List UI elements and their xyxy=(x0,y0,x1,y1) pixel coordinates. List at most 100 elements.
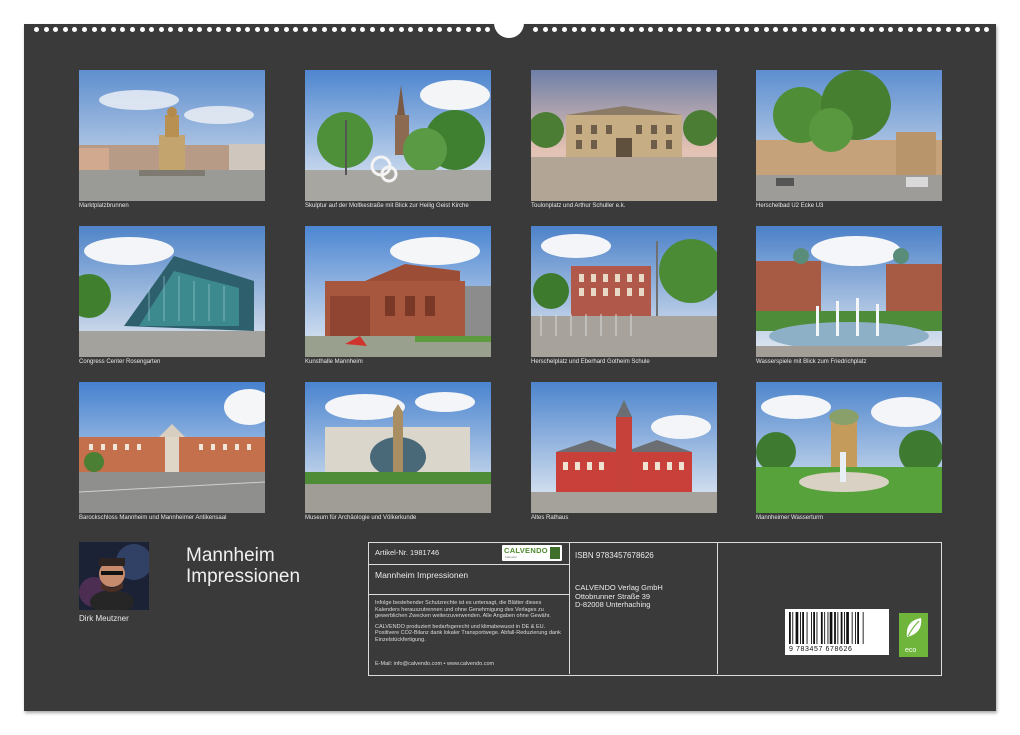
binding-hole xyxy=(120,27,125,32)
binding-hole xyxy=(226,27,231,32)
photo-2 xyxy=(305,70,491,201)
photo-caption: Museum für Archäologie und Völkerkunde xyxy=(305,515,505,522)
legal-paragraph-1: Infolge bestehender Schutzrechte ist es … xyxy=(375,600,565,620)
photo-6 xyxy=(305,226,491,357)
author-photo xyxy=(79,542,149,610)
eco-badge: eco xyxy=(899,613,928,657)
binding-hole xyxy=(197,27,202,32)
binding-hole xyxy=(888,27,893,32)
article-row: Artikel-Nr. 1981746 CALVENDO Kalender xyxy=(369,543,569,565)
binding-hole xyxy=(984,27,989,32)
product-name-row: Mannheim Impressionen xyxy=(369,564,569,595)
binding-hole xyxy=(956,27,961,32)
barcode-bar xyxy=(852,612,853,644)
binding-hole xyxy=(322,27,327,32)
binding-hole xyxy=(572,27,577,32)
product-name: Mannheim Impressionen xyxy=(375,570,468,580)
info-box: Artikel-Nr. 1981746 CALVENDO Kalender Ma… xyxy=(368,542,942,676)
binding-hole xyxy=(399,27,404,32)
photo-10 xyxy=(305,382,491,513)
binding-hole xyxy=(360,27,365,32)
photo-9 xyxy=(79,382,265,513)
barcode-bar xyxy=(846,612,849,644)
binding-hole xyxy=(408,27,413,32)
legal-text: Infolge bestehender Schutzrechte ist es … xyxy=(375,600,565,647)
binding-hole xyxy=(351,27,356,32)
binding-hole xyxy=(130,27,135,32)
barcode-bar xyxy=(802,612,804,644)
binding-hole xyxy=(936,27,941,32)
binding-hole xyxy=(92,27,97,32)
binding-hole xyxy=(236,27,241,32)
title-line-1: Mannheim xyxy=(186,545,300,566)
binding-hole xyxy=(447,27,452,32)
barcode-bar xyxy=(863,612,864,644)
binding-hole xyxy=(466,27,471,32)
article-number: Artikel-Nr. 1981746 xyxy=(375,548,439,557)
barcode-bar xyxy=(817,612,818,644)
binding-hole xyxy=(908,27,913,32)
leaf-icon xyxy=(899,613,928,643)
binding-hole xyxy=(370,27,375,32)
barcode-bar xyxy=(792,612,793,644)
author-name: Dirk Meutzner xyxy=(79,614,129,623)
binding-hole xyxy=(274,27,279,32)
binding-hole xyxy=(898,27,903,32)
binding-hole xyxy=(802,27,807,32)
binding-hole xyxy=(44,27,49,32)
info-column-middle: ISBN 9783457678626 CALVENDO Verlag GmbH … xyxy=(569,543,718,674)
binding-hole xyxy=(792,27,797,32)
binding-hole xyxy=(437,27,442,32)
barcode-bar xyxy=(824,612,825,644)
calvendo-logo: CALVENDO Kalender xyxy=(502,545,562,561)
binding-hole xyxy=(754,27,759,32)
barcode-bar xyxy=(813,612,815,644)
photo-3 xyxy=(531,70,717,201)
binding-hole xyxy=(456,27,461,32)
binding-hole xyxy=(860,27,865,32)
binding-hole xyxy=(629,27,634,32)
logo-mark-icon xyxy=(550,547,560,559)
barcode-bar xyxy=(789,612,791,644)
binding-hole xyxy=(831,27,836,32)
binding-hole xyxy=(562,27,567,32)
binding-hole xyxy=(716,27,721,32)
binding-hole xyxy=(687,27,692,32)
binding-hole xyxy=(783,27,788,32)
binding-hole xyxy=(648,27,653,32)
binding-hole xyxy=(591,27,596,32)
binding-hole xyxy=(312,27,317,32)
binding-hole xyxy=(840,27,845,32)
binding-hole xyxy=(389,27,394,32)
binding-hole xyxy=(917,27,922,32)
binding-hole xyxy=(34,27,39,32)
binding-hole xyxy=(658,27,663,32)
photo-caption: Barockschloss Mannheim und Mannheimer An… xyxy=(79,515,279,522)
binding-hole xyxy=(927,27,932,32)
binding-hole xyxy=(168,27,173,32)
binding-hole xyxy=(533,27,538,32)
binding-hole xyxy=(207,27,212,32)
binding-hole xyxy=(975,27,980,32)
photo-1 xyxy=(79,70,265,201)
binding-hole xyxy=(216,27,221,32)
barcode-bar xyxy=(841,612,843,644)
photo-11 xyxy=(531,382,717,513)
photo-caption: Skulptur auf der Moltkestraße mit Blick … xyxy=(305,203,475,210)
binding-hole xyxy=(946,27,951,32)
photo-caption: Congress Center Rosengarten xyxy=(79,359,279,366)
publisher-address: CALVENDO Verlag GmbH Ottobrunner Straße … xyxy=(575,584,663,610)
photo-caption: Herschelbad U2 Ecke U3 xyxy=(756,203,956,210)
barcode-bars-icon xyxy=(785,609,889,645)
binding-holes xyxy=(24,24,996,38)
binding-hole xyxy=(476,27,481,32)
photo-caption: Toulonplatz und Arthur Schuller e.k. xyxy=(531,203,731,210)
binding-hole xyxy=(72,27,77,32)
binding-hole xyxy=(773,27,778,32)
barcode-bar xyxy=(796,612,799,644)
binding-hole xyxy=(264,27,269,32)
binding-hole xyxy=(581,27,586,32)
binding-hole xyxy=(245,27,250,32)
binding-hole xyxy=(380,27,385,32)
binding-hole xyxy=(159,27,164,32)
